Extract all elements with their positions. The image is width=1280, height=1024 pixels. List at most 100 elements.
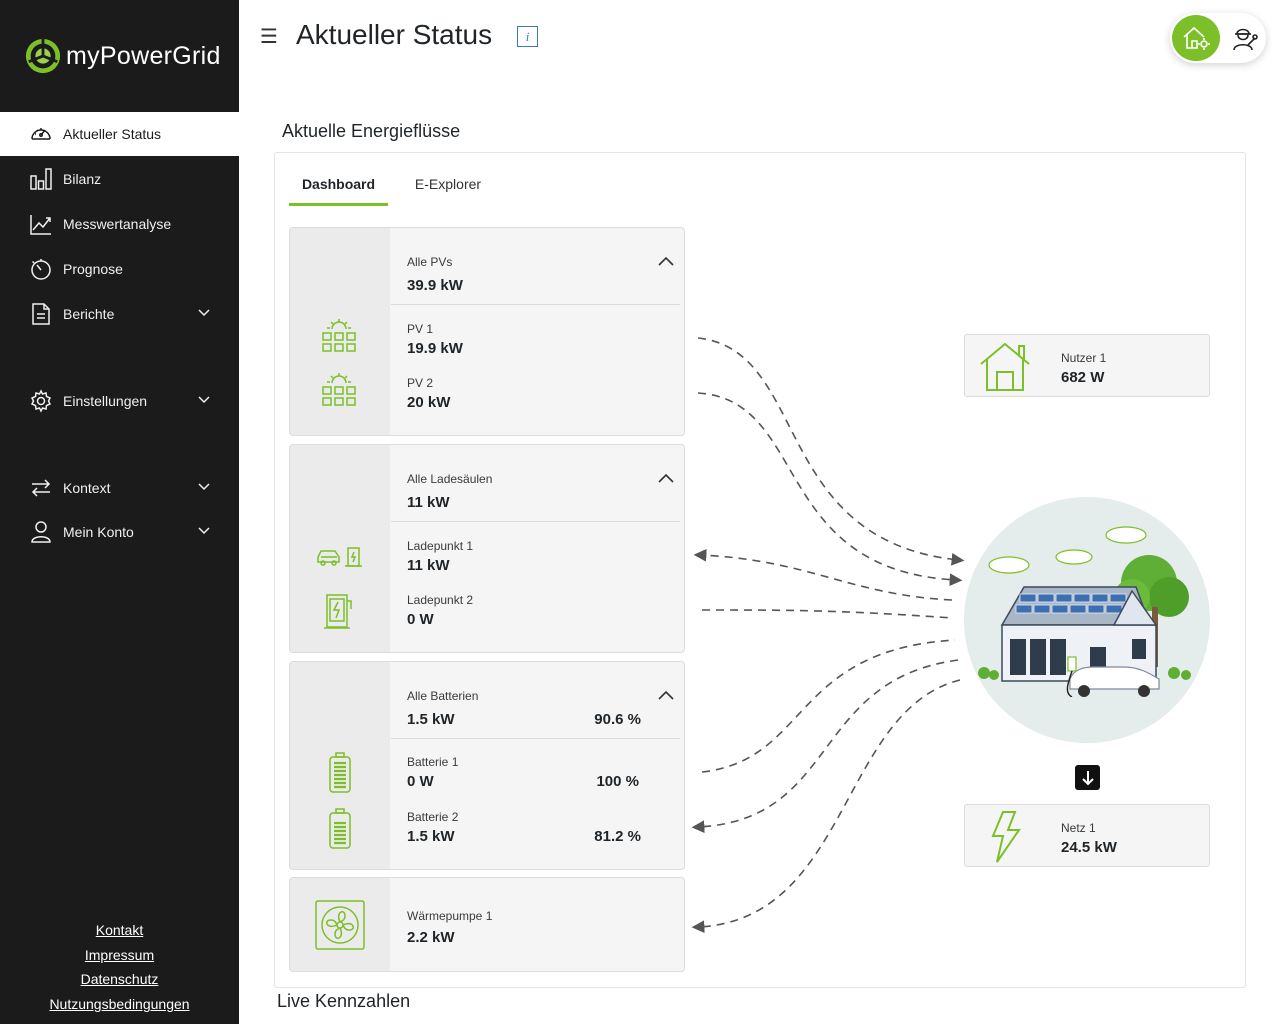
line-chart-icon [28,211,54,237]
house-settings-icon [1183,26,1210,50]
energy-flow-lines [691,337,965,934]
divider [391,738,680,739]
solar-panel-icon [322,373,356,406]
chevron-down-icon [198,396,210,404]
charging-summary-label: Alle Ladesäulen [407,472,493,486]
sidebar-item-mein-konto[interactable]: Mein Konto [0,510,239,554]
heatpump-label: Wärmepumpe 1 [407,909,493,923]
sidebar-item-label: Mein Konto [63,524,134,540]
pv-summary-label: Alle PVs [407,255,453,269]
sidebar-item-aktueller-status[interactable]: Aktueller Status [0,112,239,156]
battery2-value: 1.5 kW [407,828,455,845]
consumer-label: Nutzer 1 [1061,351,1107,365]
battery-summary-soc: 90.6 % [594,711,641,728]
grid-label: Netz 1 [1061,821,1096,835]
tab-e-explorer[interactable]: E-Explorer [402,176,494,206]
grid-value: 24.5 kW [1061,839,1117,856]
battery-summary-label: Alle Batterien [407,689,479,703]
ladepunkt1-flow-line [693,548,953,601]
charging-summary-value: 11 kW [407,494,450,511]
pv-card: Alle PVs 39.9 kW PV 1 19.9 kW PV 2 20 kW [289,227,685,436]
pv1-flow-line [697,337,965,566]
sidebar-item-label: Bilanz [63,171,102,187]
sidebar-item-label: Berichte [63,306,115,322]
info-icon[interactable]: i [517,26,538,47]
sidebar-item-label: Messwertanalyse [63,216,172,232]
battery-partial-icon [329,808,351,849]
ladepunkt1-label: Ladepunkt 1 [407,539,474,553]
menu-toggle-button[interactable]: ☰ [260,24,280,48]
gauge-icon [28,121,54,147]
heatpump-flow-line [691,679,961,934]
arrow-down-icon [1081,770,1094,785]
tab-dashboard[interactable]: Dashboard [289,176,388,206]
divider [391,521,680,522]
chevron-up-icon[interactable] [657,689,675,701]
bar-chart-icon [28,166,54,192]
chevron-down-icon [198,483,210,491]
chevron-up-icon[interactable] [657,472,675,484]
app-logo[interactable]: myPowerGrid [24,36,221,76]
chevron-down-icon [198,527,210,535]
consumer-node[interactable]: Nutzer 1 682 W [964,334,1210,397]
consumer-value: 682 W [1061,369,1105,386]
document-icon [28,301,54,327]
grid-node[interactable]: Netz 1 24.5 kW [964,804,1210,867]
footer-links: Kontakt Impressum Datenschutz Nutzungsbe… [0,918,239,1017]
building-illustration [964,497,1210,743]
live-kennzahlen-title: Live Kennzahlen [277,991,411,1011]
sidebar-item-einstellungen[interactable]: Einstellungen [0,379,239,423]
grid-direction-arrow[interactable] [1075,765,1100,790]
pv2-value: 20 kW [407,394,451,411]
sidebar-item-label: Kontext [63,480,111,496]
building-illustration-image [964,526,1210,743]
sidebar-item-label: Prognose [63,261,123,277]
house-icon [980,342,1030,391]
pv2-label: PV 2 [407,376,434,390]
swap-arrows-icon [28,475,54,501]
link-impressum[interactable]: Impressum [0,943,239,968]
gear-icon [28,388,54,414]
sidebar-item-label: Aktueller Status [63,126,162,142]
link-kontakt[interactable]: Kontakt [0,918,239,943]
pv-summary-value: 39.9 kW [407,277,463,294]
battery2-label: Batterie 2 [407,810,459,824]
chevron-up-icon[interactable] [657,255,675,267]
pv1-label: PV 1 [407,322,434,336]
chevron-down-icon [198,309,210,317]
tab-label: Dashboard [301,176,376,192]
battery-summary-value: 1.5 kW [407,711,455,728]
sidebar-item-berichte[interactable]: Berichte [0,292,239,336]
sidebar-item-prognose[interactable]: Prognose [0,247,239,291]
ladepunkt2-value: 0 W [407,611,434,628]
heatpump-card: Wärmepumpe 1 2.2 kW [289,877,685,972]
pv2-flow-line [697,392,963,587]
battery2-soc: 81.2 % [594,828,641,845]
sidebar: myPowerGrid Aktueller Status Bilanz Mess… [0,0,239,1024]
battery1-soc: 100 % [596,773,639,790]
sidebar-item-kontext[interactable]: Kontext [0,466,239,510]
battery-card: Alle Batterien 1.5 kW 90.6 % Batterie 1 … [289,661,685,870]
divider [391,304,680,305]
battery1-value: 0 W [407,773,434,790]
logo-mark-icon [25,38,61,74]
timer-icon [28,256,54,282]
heatpump-value: 2.2 kW [407,929,455,946]
solar-panel-icon [322,319,356,352]
link-nutzungsbedingungen[interactable]: Nutzungsbedingungen [0,992,239,1017]
ladepunkt1-value: 11 kW [407,557,450,574]
user-icon [28,519,54,545]
site-home-button[interactable] [1172,15,1220,61]
battery1-label: Batterie 1 [407,755,459,769]
sidebar-item-bilanz[interactable]: Bilanz [0,157,239,201]
car-charger-icon [317,547,362,567]
installer-button[interactable] [1225,20,1263,56]
ladepunkt2-flow-line [701,609,953,619]
tab-label: E-Explorer [414,176,482,192]
charging-card: Alle Ladesäulen 11 kW Ladepunkt 1 11 kW … [289,444,685,653]
charging-station-icon [324,594,352,629]
sidebar-item-messwertanalyse[interactable]: Messwertanalyse [0,202,239,246]
pv1-value: 19.9 kW [407,340,463,357]
link-datenschutz[interactable]: Datenschutz [0,967,239,992]
ladepunkt2-label: Ladepunkt 2 [407,593,474,607]
